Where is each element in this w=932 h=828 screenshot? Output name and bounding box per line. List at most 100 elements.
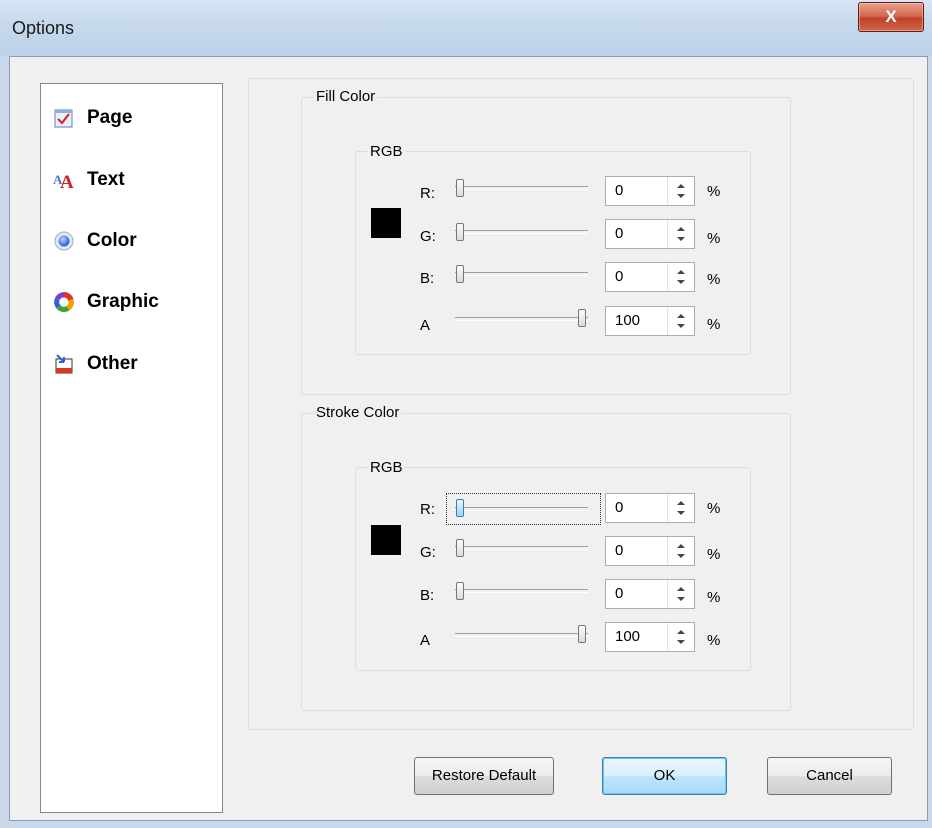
- arrow-down-icon[interactable]: [677, 554, 685, 558]
- fill-rgb-legend: RGB: [368, 143, 405, 160]
- ok-button[interactable]: OK: [602, 757, 727, 795]
- graphic-icon: [53, 291, 75, 313]
- fill-b-spinbox[interactable]: 0: [605, 262, 695, 292]
- fill-b-spin-arrows[interactable]: [667, 263, 694, 291]
- stroke-b-label: B:: [420, 587, 435, 604]
- stroke-b-slider-thumb[interactable]: [456, 582, 464, 600]
- fill-a-unit: %: [707, 316, 721, 333]
- fill-g-value[interactable]: 0: [615, 225, 623, 242]
- title-bar: [0, 0, 932, 56]
- arrow-up-icon[interactable]: [677, 630, 685, 634]
- stroke-b-track[interactable]: [455, 589, 588, 593]
- nav-item-text[interactable]: AA Text: [53, 166, 125, 194]
- stroke-color-legend: Stroke Color: [314, 404, 402, 421]
- close-button[interactable]: X: [858, 2, 924, 32]
- fill-r-slider-thumb[interactable]: [456, 179, 464, 197]
- stroke-b-unit: %: [707, 589, 721, 606]
- color-icon: [53, 230, 75, 252]
- fill-g-track[interactable]: [455, 230, 588, 234]
- stroke-g-track[interactable]: [455, 546, 588, 550]
- fill-a-slider-thumb[interactable]: [578, 309, 586, 327]
- fill-b-unit: %: [707, 271, 721, 288]
- arrow-down-icon[interactable]: [677, 511, 685, 515]
- cancel-button[interactable]: Cancel: [767, 757, 892, 795]
- stroke-r-slider-thumb[interactable]: [456, 499, 464, 517]
- stroke-a-unit: %: [707, 632, 721, 649]
- nav-item-label: Graphic: [87, 291, 159, 312]
- stroke-g-slider-thumb[interactable]: [456, 539, 464, 557]
- stroke-r-value[interactable]: 0: [615, 499, 623, 516]
- stroke-r-spin-arrows[interactable]: [667, 494, 694, 522]
- arrow-up-icon[interactable]: [677, 501, 685, 505]
- fill-b-value[interactable]: 0: [615, 268, 623, 285]
- arrow-up-icon[interactable]: [677, 544, 685, 548]
- fill-g-slider-thumb[interactable]: [456, 223, 464, 241]
- fill-g-spin-arrows[interactable]: [667, 220, 694, 248]
- fill-a-spinbox[interactable]: 100: [605, 306, 695, 336]
- page-icon: [53, 107, 75, 129]
- fill-r-label: R:: [420, 185, 435, 202]
- stroke-r-spinbox[interactable]: 0: [605, 493, 695, 523]
- category-list: Page AA Text Color Graphic Other: [40, 83, 223, 813]
- fill-a-label: A: [420, 317, 431, 334]
- arrow-down-icon[interactable]: [677, 597, 685, 601]
- stroke-a-spin-arrows[interactable]: [667, 623, 694, 651]
- fill-b-slider-thumb[interactable]: [456, 265, 464, 283]
- fill-a-value[interactable]: 100: [615, 312, 640, 329]
- fill-g-spinbox[interactable]: 0: [605, 219, 695, 249]
- stroke-a-track[interactable]: [455, 633, 588, 637]
- nav-item-label: Other: [87, 353, 138, 374]
- stroke-a-value[interactable]: 100: [615, 628, 640, 645]
- other-icon: [53, 353, 75, 375]
- arrow-up-icon[interactable]: [677, 270, 685, 274]
- fill-a-spin-arrows[interactable]: [667, 307, 694, 335]
- stroke-rgb-legend: RGB: [368, 459, 405, 476]
- arrow-up-icon[interactable]: [677, 184, 685, 188]
- arrow-down-icon[interactable]: [677, 237, 685, 241]
- arrow-down-icon[interactable]: [677, 280, 685, 284]
- stroke-a-spinbox[interactable]: 100: [605, 622, 695, 652]
- fill-color-legend: Fill Color: [314, 88, 378, 105]
- fill-color-swatch[interactable]: [371, 208, 401, 238]
- nav-item-page[interactable]: Page: [53, 104, 132, 132]
- stroke-r-label: R:: [420, 501, 435, 518]
- arrow-up-icon[interactable]: [677, 227, 685, 231]
- fill-r-spin-arrows[interactable]: [667, 177, 694, 205]
- svg-text:A: A: [60, 172, 74, 191]
- nav-item-color[interactable]: Color: [53, 227, 137, 255]
- window-title: Options: [12, 18, 75, 38]
- stroke-a-label: A: [420, 632, 431, 649]
- fill-b-track[interactable]: [455, 272, 588, 276]
- nav-item-label: Text: [87, 169, 125, 190]
- arrow-down-icon[interactable]: [677, 324, 685, 328]
- nav-item-label: Color: [87, 230, 137, 251]
- fill-g-label: G:: [420, 228, 436, 245]
- arrow-up-icon[interactable]: [677, 587, 685, 591]
- arrow-down-icon[interactable]: [677, 640, 685, 644]
- stroke-b-spinbox[interactable]: 0: [605, 579, 695, 609]
- nav-item-other[interactable]: Other: [53, 350, 138, 378]
- nav-item-graphic[interactable]: Graphic: [53, 288, 159, 316]
- fill-r-track[interactable]: [455, 186, 588, 190]
- text-icon: AA: [53, 169, 75, 193]
- stroke-g-unit: %: [707, 546, 721, 563]
- stroke-color-swatch[interactable]: [371, 525, 401, 555]
- stroke-g-label: G:: [420, 544, 436, 561]
- stroke-r-track[interactable]: [455, 507, 588, 511]
- arrow-up-icon[interactable]: [677, 314, 685, 318]
- fill-r-unit: %: [707, 183, 721, 200]
- stroke-r-unit: %: [707, 500, 721, 517]
- stroke-b-value[interactable]: 0: [615, 585, 623, 602]
- restore-default-button[interactable]: Restore Default: [414, 757, 554, 795]
- arrow-down-icon[interactable]: [677, 194, 685, 198]
- stroke-g-spinbox[interactable]: 0: [605, 536, 695, 566]
- stroke-a-slider-thumb[interactable]: [578, 625, 586, 643]
- fill-a-track[interactable]: [455, 317, 588, 321]
- close-icon: X: [885, 7, 897, 26]
- fill-b-label: B:: [420, 270, 435, 287]
- fill-r-value[interactable]: 0: [615, 182, 623, 199]
- fill-r-spinbox[interactable]: 0: [605, 176, 695, 206]
- stroke-g-value[interactable]: 0: [615, 542, 623, 559]
- stroke-g-spin-arrows[interactable]: [667, 537, 694, 565]
- stroke-b-spin-arrows[interactable]: [667, 580, 694, 608]
